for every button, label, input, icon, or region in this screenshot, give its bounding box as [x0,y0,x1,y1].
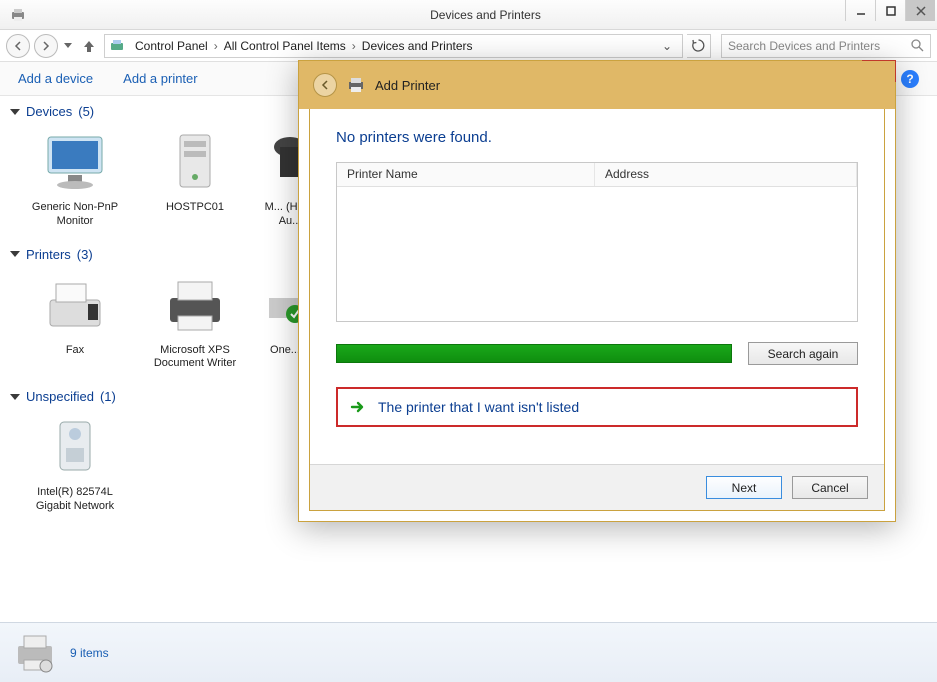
dialog-titlebar: Add Printer [299,61,895,109]
refresh-button[interactable] [687,34,711,58]
search-icon [911,39,924,52]
status-text: 9 items [70,646,109,660]
forward-button[interactable] [34,34,58,58]
printer-icon [347,77,365,93]
breadcrumb-item[interactable]: Control Panel [131,39,212,53]
printer-item[interactable]: Microsoft XPS Document Writer [140,270,250,372]
not-listed-text: The printer that I want isn't listed [378,399,579,415]
device-item[interactable]: Generic Non-PnP Monitor [20,127,130,229]
column-printer-name[interactable]: Printer Name [337,163,595,186]
cancel-button[interactable]: Cancel [792,476,868,499]
add-printer-dialog: Add Printer No printers were found. Prin… [298,60,896,522]
breadcrumb-dropdown[interactable]: ⌄ [656,39,678,53]
dialog-footer: Next Cancel [310,464,884,510]
column-address[interactable]: Address [595,163,857,186]
printer-app-icon [10,7,26,23]
dialog-title: Add Printer [375,78,440,93]
collapse-icon [10,251,20,257]
network-adapter-icon [40,412,110,482]
printer-item[interactable]: Fax [20,270,130,372]
section-count: (3) [77,247,93,262]
monitor-icon [40,127,110,197]
section-count: (5) [78,104,94,119]
section-label: Devices [26,104,72,119]
printer-table: Printer Name Address [336,162,858,322]
location-icon [109,38,125,54]
status-printer-icon [14,632,56,674]
unspecified-item[interactable]: Intel(R) 82574L Gigabit Network [20,412,130,514]
search-placeholder: Search Devices and Printers [728,39,880,53]
status-bar: 9 items [0,622,937,682]
collapse-icon [10,109,20,115]
table-header: Printer Name Address [337,163,857,187]
breadcrumb-item[interactable]: All Control Panel Items [220,39,350,53]
arrow-right-icon [350,399,366,415]
close-button[interactable] [905,0,935,21]
dialog-body: No printers were found. Printer Name Add… [309,109,885,511]
printer-not-listed-link[interactable]: The printer that I want isn't listed [336,387,858,427]
chevron-right-icon: › [212,39,220,53]
address-bar: Control Panel› All Control Panel Items› … [0,30,937,62]
next-button[interactable]: Next [706,476,782,499]
search-input[interactable]: Search Devices and Printers [721,34,931,58]
back-button[interactable] [6,34,30,58]
breadcrumb[interactable]: Control Panel› All Control Panel Items› … [104,34,683,58]
section-label: Printers [26,247,71,262]
search-again-button[interactable]: Search again [748,342,858,365]
section-count: (1) [100,389,116,404]
dialog-message: No printers were found. [336,129,858,146]
device-label: Generic Non-PnP Monitor [20,201,130,229]
add-printer-link[interactable]: Add a printer [123,71,197,86]
window-titlebar: Devices and Printers [0,0,937,30]
help-icon[interactable]: ? [901,70,919,88]
breadcrumb-item[interactable]: Devices and Printers [358,39,477,53]
printer-icon [160,270,230,340]
window-title: Devices and Printers [34,8,937,22]
section-label: Unspecified [26,389,94,404]
chevron-right-icon: › [350,39,358,53]
unspecified-label: Intel(R) 82574L Gigabit Network [20,486,130,514]
history-dropdown[interactable] [62,43,74,49]
search-progress-bar [336,344,732,363]
up-button[interactable] [78,35,100,57]
add-device-link[interactable]: Add a device [18,71,93,86]
dialog-back-button[interactable] [313,73,337,97]
maximize-button[interactable] [875,0,905,21]
printer-label: Microsoft XPS Document Writer [140,344,250,372]
collapse-icon [10,394,20,400]
device-item[interactable]: HOSTPC01 [140,127,250,229]
fax-icon [40,270,110,340]
computer-icon [160,127,230,197]
printer-label: Fax [20,344,130,358]
device-label: HOSTPC01 [140,201,250,215]
minimize-button[interactable] [845,0,875,21]
